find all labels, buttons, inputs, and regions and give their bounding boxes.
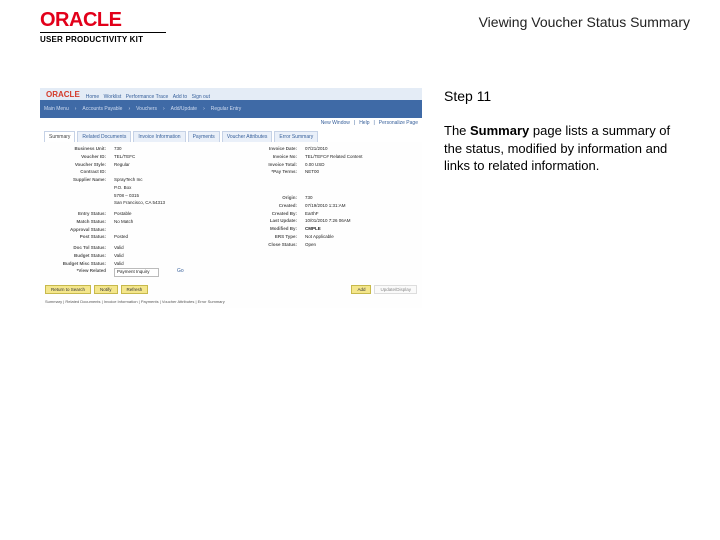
val-sa3: San Francisco, CA 54313 xyxy=(114,200,165,207)
val-sa2: 5708 – 0315 xyxy=(114,193,139,200)
val-bs: Valid xyxy=(114,253,124,260)
val-it: 0.00 USD xyxy=(305,162,325,169)
lbl-bu: Business Unit: xyxy=(46,146,106,153)
instruction-panel: Step 11 The Summary page lists a summary… xyxy=(444,88,690,175)
val-dt: Valid xyxy=(114,245,124,252)
lbl-c: Created: xyxy=(237,203,297,210)
ss-btn-notify: Notify xyxy=(94,285,118,294)
ss-branding-bar: ORACLE Home Worklist Performance Trace A… xyxy=(40,88,422,100)
val-ct: Open xyxy=(305,242,316,249)
lbl-cb: Created By: xyxy=(237,211,297,218)
ss-tab-summary: Summary xyxy=(44,131,75,142)
ss-link-perf: Performance Trace xyxy=(126,94,169,100)
ss-btn-return: Return to Search xyxy=(45,285,91,294)
ss-link-worklist: Worklist xyxy=(104,94,122,100)
ss-crumb-4: Add/Update xyxy=(171,106,197,112)
val-sn: SprayTech Inc xyxy=(114,177,143,184)
lbl-sn: Supplier Name: xyxy=(46,177,106,184)
ss-hr-help: Help xyxy=(359,120,369,126)
lbl-es: Entry Status: xyxy=(46,211,106,218)
lbl-et: ERS Type: xyxy=(237,234,297,241)
ss-crumb-3: Vouchers xyxy=(136,106,157,112)
ss-btn-refresh: Refresh xyxy=(121,285,149,294)
lbl-bs: Budget Status: xyxy=(46,253,106,260)
logo-divider xyxy=(40,32,166,33)
step-text-pre: The xyxy=(444,123,470,138)
lbl-as: Approval Status: xyxy=(46,227,106,234)
lbl-cd: Contract ID: xyxy=(46,169,106,176)
ss-link-addto: Add to xyxy=(173,94,187,100)
val-c: 07/19/2010 1:31:AM xyxy=(305,203,346,210)
ss-tab-related: Related Documents xyxy=(77,131,131,142)
step-text: The Summary page lists a summary of the … xyxy=(444,122,690,175)
lbl-ct: Close Status: xyxy=(237,242,297,249)
ss-oracle-logo: ORACLE xyxy=(44,90,80,99)
lbl-mb: Modified By: xyxy=(237,226,297,233)
lbl-upg: *Pay Terms: xyxy=(237,169,297,176)
oracle-logo-text: ORACLE xyxy=(40,10,121,30)
val-o: 730 xyxy=(305,195,313,202)
upk-subtitle: USER PRODUCTIVITY KIT xyxy=(40,35,143,44)
ss-footer-links: Summary | Related Documents | Invoice In… xyxy=(40,297,422,306)
step-text-bold: Summary xyxy=(470,123,529,138)
val-ino: TEL/TEFC# Related Content xyxy=(305,154,363,161)
lbl-vr: *View Related xyxy=(46,268,106,277)
document-title: Viewing Voucher Status Summary xyxy=(479,10,690,30)
ss-hr-personalize: Personalize Page xyxy=(379,120,418,126)
lbl-ino: Invoice No: xyxy=(237,154,297,161)
lbl-id: Invoice Date: xyxy=(237,146,297,153)
val-sa1: P.O. Box xyxy=(114,185,131,192)
ss-tab-invoice: Invoice Information xyxy=(133,131,185,142)
val-bu: 730 xyxy=(114,146,122,153)
application-screenshot: ORACLE Home Worklist Performance Trace A… xyxy=(40,88,422,308)
ss-link-signout: Sign out xyxy=(192,94,210,100)
val-upg: NET00 xyxy=(305,169,319,176)
lbl-vid: Voucher ID: xyxy=(46,154,106,161)
ss-tab-payments: Payments xyxy=(188,131,220,142)
lbl-ms: Match Status: xyxy=(46,219,106,226)
lbl-lu: Last Update: xyxy=(237,218,297,225)
step-number: Step 11 xyxy=(444,88,690,104)
val-vid: TEL/TEFC xyxy=(114,154,135,161)
ss-crumb-1: Main Menu xyxy=(44,106,69,112)
val-bms: Valid xyxy=(114,261,124,268)
val-ps: Posted xyxy=(114,234,128,241)
val-id: 07/21/2010 xyxy=(305,146,328,153)
val-cb: EarthF xyxy=(305,211,319,218)
val-lu: 10/01/2010 7:26 06AM xyxy=(305,218,351,225)
val-ms: No Match xyxy=(114,219,133,226)
lbl-ps: Post Status: xyxy=(46,234,106,241)
ss-crumb-5: Regular Entry xyxy=(211,106,242,112)
ss-btn-update: Update/Display xyxy=(374,285,417,294)
val-es: Postable xyxy=(114,211,132,218)
lbl-vst: Voucher Style: xyxy=(46,162,106,169)
ss-tabstrip: Summary Related Documents Invoice Inform… xyxy=(40,128,422,142)
val-et: Not Applicable xyxy=(305,234,334,241)
ss-tab-attributes: Voucher Attributes xyxy=(222,131,273,142)
lbl-dt: Doc Tol Status: xyxy=(46,245,106,252)
lbl-bms: Budget Misc Status: xyxy=(46,261,106,268)
val-mb: CMPLE xyxy=(305,226,321,233)
ss-btn-add: Add xyxy=(351,285,371,294)
ss-hr-newwin: New Window xyxy=(321,120,350,126)
lbl-it: Invoice Total: xyxy=(237,162,297,169)
ss-crumb-2: Accounts Payable xyxy=(82,106,122,112)
ss-link-home: Home xyxy=(86,94,99,100)
link-go: Go xyxy=(177,268,184,277)
val-vr: Payment Inquiry xyxy=(114,268,159,277)
lbl-o: Origin: xyxy=(237,195,297,202)
ss-tab-errors: Error Summary xyxy=(274,131,318,142)
val-vst: Regular xyxy=(114,162,130,169)
oracle-logo-block: ORACLE USER PRODUCTIVITY KIT xyxy=(40,10,166,44)
